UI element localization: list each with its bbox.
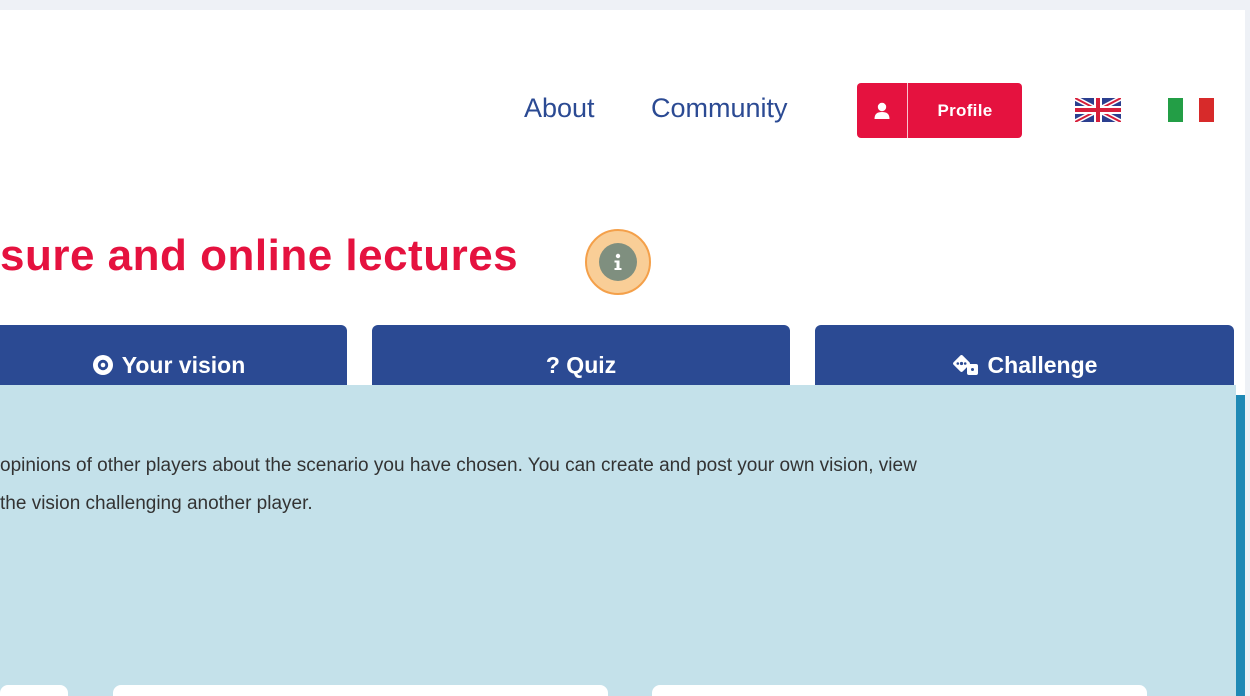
info-button[interactable]: [585, 229, 651, 295]
tab-label: ? Quiz: [545, 351, 617, 378]
nav-community-link[interactable]: Community: [651, 95, 788, 122]
eye-icon: [92, 354, 114, 376]
panel-text-line-2: the vision challenging another player.: [0, 493, 313, 514]
panel-description: opinions of other players about the scen…: [0, 447, 1230, 523]
vision-card[interactable]: [113, 685, 608, 696]
page-title: sure and online lectures: [0, 231, 519, 280]
tab-label: Your vision: [121, 351, 246, 378]
panel-right-edge: [1236, 395, 1245, 696]
vision-card[interactable]: [652, 685, 1147, 696]
panel-text-line-1: opinions of other players about the scen…: [0, 455, 917, 476]
user-icon: [857, 83, 908, 138]
info-icon: [599, 243, 637, 281]
dice-icon: [952, 354, 980, 376]
tab-content-panel: opinions of other players about the scen…: [0, 385, 1236, 696]
profile-button[interactable]: Profile: [857, 83, 1022, 138]
vision-card[interactable]: [0, 685, 68, 696]
nav-about-link[interactable]: About: [524, 95, 595, 122]
uk-flag-icon[interactable]: [1075, 98, 1121, 122]
profile-label: Profile: [937, 100, 993, 120]
tab-label: Challenge: [987, 351, 1098, 378]
italy-flag-icon[interactable]: [1168, 98, 1214, 122]
